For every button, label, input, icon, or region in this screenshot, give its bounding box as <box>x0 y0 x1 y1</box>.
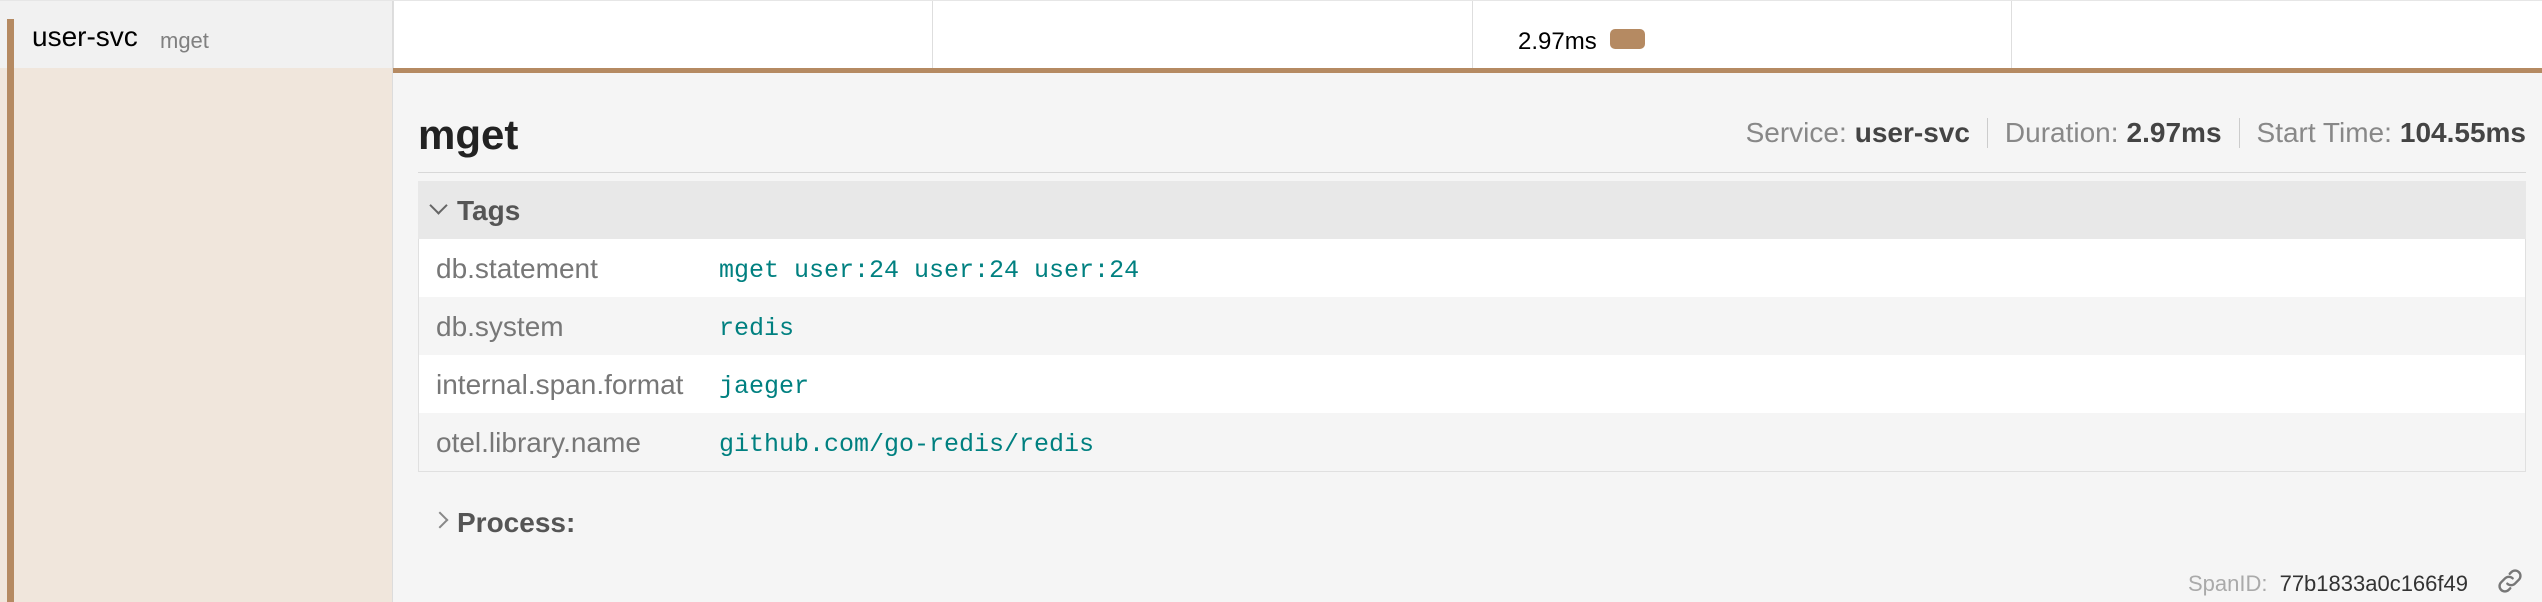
tag-value: mget user:24 user:24 user:24 <box>719 256 1140 285</box>
overview-start-value: 104.55ms <box>2399 117 2526 148</box>
tag-key: otel.library.name <box>436 427 641 458</box>
tag-key: db.statement <box>436 253 598 284</box>
service-color-bar <box>7 19 14 69</box>
span-id-value: 77b1833a0c166f49 <box>2279 571 2468 596</box>
overview-service-value: user-svc <box>1854 117 1970 148</box>
overview-start-label: Start Time: <box>2256 117 2392 148</box>
span-overview: Service: user-svc Duration: 2.97ms Start… <box>1746 117 2526 149</box>
tag-value: jaeger <box>719 372 810 401</box>
overview-start-time: Start Time: 104.55ms <box>2257 117 2526 149</box>
span-detail-title: mget <box>418 111 519 158</box>
tag-row[interactable]: db.statement mget user:24 user:24 user:2… <box>419 239 2525 297</box>
span-id-label: SpanID: <box>2187 571 2268 596</box>
tag-key: db.system <box>436 311 564 342</box>
tag-row[interactable]: otel.library.name github.com/go-redis/re… <box>419 413 2525 471</box>
detail-left-strip <box>0 68 393 602</box>
process-section-toggle[interactable]: Process: <box>457 507 575 539</box>
span-operation-name[interactable]: mget <box>160 28 209 54</box>
title-divider <box>418 172 2526 173</box>
span-name-column[interactable]: user-svc mget <box>0 1 393 69</box>
link-icon[interactable] <box>2494 565 2526 597</box>
timeline-tick <box>1472 1 1473 69</box>
tag-row[interactable]: internal.span.format jaeger <box>419 355 2525 413</box>
overview-divider <box>1986 118 1988 148</box>
timeline-tick <box>932 1 933 69</box>
span-bar[interactable] <box>1610 29 1645 49</box>
service-color-bar <box>7 68 14 602</box>
tag-row[interactable]: db.system redis <box>419 297 2525 355</box>
tag-key: internal.span.format <box>436 369 684 400</box>
span-row[interactable]: user-svc mget 2.97ms <box>0 0 2542 69</box>
tags-table: db.statement mget user:24 user:24 user:2… <box>418 239 2526 472</box>
overview-divider <box>2238 118 2240 148</box>
tag-value: redis <box>719 314 795 343</box>
span-timeline[interactable]: 2.97ms <box>393 1 2542 69</box>
timeline-tick <box>393 1 394 69</box>
timeline-tick <box>2011 1 2012 69</box>
overview-service-label: Service: <box>1745 117 1847 148</box>
span-duration-label: 2.97ms <box>1518 28 1597 55</box>
span-id: SpanID: 77b1833a0c166f49 <box>2188 571 2468 597</box>
chevron-down-icon <box>429 196 448 215</box>
tags-section-title: Tags <box>457 195 521 226</box>
overview-service: Service: user-svc <box>1746 117 1970 149</box>
span-service-name[interactable]: user-svc <box>32 21 138 53</box>
tags-section-toggle[interactable]: Tags <box>418 181 2526 239</box>
chevron-right-icon[interactable] <box>431 511 449 529</box>
overview-duration-label: Duration: <box>2004 117 2119 148</box>
overview-duration: Duration: 2.97ms <box>2005 117 2222 149</box>
tag-value: github.com/go-redis/redis <box>719 430 1095 459</box>
span-detail-panel: mget Service: user-svc Duration: 2.97ms … <box>0 68 2542 602</box>
overview-duration-value: 2.97ms <box>2126 117 2222 148</box>
span-detail-content: mget Service: user-svc Duration: 2.97ms … <box>393 68 2542 602</box>
